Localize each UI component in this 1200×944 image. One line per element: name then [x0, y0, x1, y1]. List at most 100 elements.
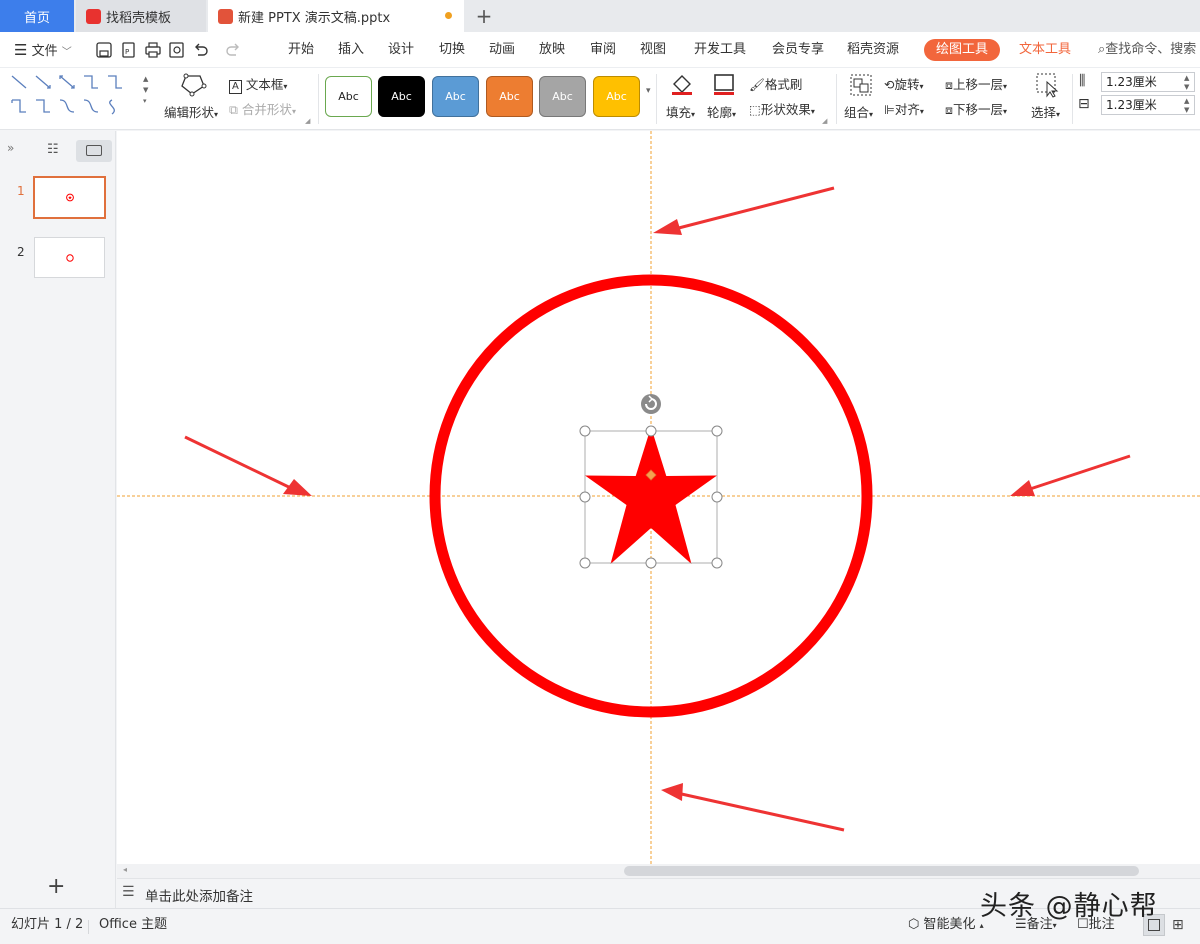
menu-developer[interactable]: 开发工具	[694, 32, 746, 68]
send-backward-button[interactable]: ⧈下移一层▾	[945, 99, 1007, 118]
collapse-panel-icon[interactable]: »	[7, 141, 14, 155]
arrow-top	[653, 186, 835, 235]
style-swatch-gray[interactable]: Abc	[539, 76, 586, 117]
arrow-right	[1010, 454, 1131, 496]
rotate-icon: ⟲	[884, 77, 895, 92]
presentation-file-icon	[218, 8, 233, 24]
tab-template-store[interactable]: 找稻壳模板	[76, 0, 206, 32]
scroll-left-icon[interactable]: ◂	[123, 865, 127, 874]
tab-home[interactable]: 首页	[0, 0, 74, 32]
scrollbar-thumb[interactable]	[624, 866, 1139, 876]
horizontal-scrollbar[interactable]: ◂	[117, 864, 1200, 878]
line-shapes-gallery[interactable]	[8, 72, 148, 120]
tab-drawing-tools[interactable]: 绘图工具	[924, 39, 1001, 61]
slide-number: 1	[17, 184, 25, 198]
shape-height-input[interactable]: 1.23厘米 ▲ ▼	[1101, 72, 1195, 92]
shape-effects-label: 形状效果	[760, 102, 811, 117]
tab-home-label: 首页	[23, 10, 50, 26]
text-box-button[interactable]: A 文本框▾	[229, 74, 287, 94]
new-tab-button[interactable]: +	[472, 0, 496, 32]
tab-document-label: 新建 PPTX 演示文稿.pptx	[238, 10, 391, 26]
gallery-scroll-icon[interactable]: ▲ ▼ ▾	[143, 74, 148, 107]
slide-1-preview	[66, 193, 74, 202]
edit-shape-label: 编辑形状	[164, 105, 215, 120]
slide-panel: » ☷ 1 2 +	[0, 131, 116, 909]
add-slide-button[interactable]: +	[47, 874, 65, 899]
menu-insert[interactable]: 插入	[338, 32, 364, 68]
chevron-down-icon: ﹀	[61, 47, 72, 58]
export-pdf-icon[interactable]: P	[120, 41, 138, 59]
cube-icon: ⬡	[908, 917, 920, 932]
bring-forward-label: 上移一层	[952, 77, 1003, 92]
outline-button[interactable]: 轮廓▾	[707, 102, 736, 121]
edit-shape-button[interactable]: 编辑形状▾	[164, 102, 218, 121]
ribbon-divider	[656, 74, 657, 124]
menu-review[interactable]: 审阅	[590, 32, 616, 68]
spinner-icon[interactable]: ▲ ▼	[1184, 97, 1192, 115]
shape-height-value: 1.23厘米	[1106, 75, 1157, 89]
ribbon-divider	[836, 74, 837, 124]
dialog-launcher-icon[interactable]: ◢	[305, 117, 310, 125]
slide-sorter-icon[interactable]: ⊞	[1172, 917, 1184, 933]
docer-logo-icon	[86, 8, 101, 24]
menu-animation[interactable]: 动画	[489, 32, 515, 68]
print-preview-icon[interactable]	[168, 41, 186, 59]
tab-text-tools[interactable]: 文本工具	[1019, 32, 1071, 68]
menu-member[interactable]: 会员专享	[772, 32, 824, 68]
tab-bar: 首页 找稻壳模板 新建 PPTX 演示文稿.pptx +	[0, 0, 1200, 32]
command-search[interactable]: ⌕查找命令、搜索	[1098, 32, 1196, 68]
height-icon: ⫼	[1079, 73, 1086, 89]
smart-beautify-button[interactable]: ⬡ 智能美化 ▴	[908, 909, 984, 944]
style-swatch-black[interactable]: Abc	[378, 76, 425, 117]
command-search-label: 查找命令、搜索	[1105, 42, 1197, 57]
format-painter-button[interactable]: 🖌格式刷	[749, 74, 802, 93]
resize-handle	[579, 425, 591, 437]
menu-transition[interactable]: 切换	[439, 32, 465, 68]
menu-start[interactable]: 开始	[288, 32, 314, 68]
slide-canvas[interactable]	[117, 131, 1200, 864]
more-styles-icon[interactable]: ▾	[646, 86, 651, 96]
tab-template-label: 找稻壳模板	[106, 10, 172, 26]
style-swatch-blue[interactable]: Abc	[432, 76, 479, 117]
slide-thumbnail-2[interactable]	[34, 237, 105, 278]
arrow-bottom	[661, 783, 845, 832]
redo-icon[interactable]	[224, 41, 242, 59]
file-menu[interactable]: ☰ 文件 ﹀	[14, 32, 72, 68]
menu-docer-resources[interactable]: 稻壳资源	[847, 32, 899, 68]
shape-effects-button[interactable]: ⬚形状效果▾	[749, 99, 815, 118]
theme-name[interactable]: Office 主题	[99, 909, 167, 944]
resize-handle	[645, 425, 657, 437]
slide-thumbnail-1[interactable]	[33, 176, 106, 219]
style-swatch-gold[interactable]: Abc	[593, 76, 640, 117]
resize-handle	[579, 557, 591, 569]
print-icon[interactable]	[144, 41, 162, 59]
menu-slideshow[interactable]: 放映	[539, 32, 565, 68]
outline-view-icon[interactable]: ☷	[47, 142, 59, 157]
text-box-icon: A	[229, 80, 242, 94]
tab-document[interactable]: 新建 PPTX 演示文稿.pptx	[208, 0, 464, 32]
save-icon[interactable]	[95, 41, 113, 59]
undo-icon[interactable]	[192, 41, 210, 59]
align-button[interactable]: ⊫对齐▾	[884, 99, 924, 118]
resize-handle	[711, 425, 723, 437]
select-button[interactable]: 选择▾	[1031, 102, 1060, 121]
group-button[interactable]: 组合▾	[844, 102, 873, 121]
menu-design[interactable]: 设计	[388, 32, 414, 68]
style-swatch-outline-green[interactable]: Abc	[325, 76, 372, 117]
fill-button[interactable]: 填充▾	[666, 102, 695, 121]
rotate-button[interactable]: ⟲旋转▾	[884, 74, 924, 93]
thumbnail-view-tab[interactable]	[76, 140, 112, 162]
style-swatch-orange[interactable]: Abc	[486, 76, 533, 117]
spinner-icon[interactable]: ▲ ▼	[1184, 74, 1192, 92]
notes-icon: ☰	[122, 884, 135, 900]
dialog-launcher-icon[interactable]: ◢	[822, 117, 827, 125]
merge-shape-label: 合并形状	[241, 102, 292, 117]
notes-placeholder: 单击此处添加备注	[145, 889, 253, 905]
shape-width-input[interactable]: 1.23厘米 ▲ ▼	[1101, 95, 1195, 115]
shape-effects-icon: ⬚	[749, 102, 761, 117]
merge-shape-button[interactable]: ⧉ 合并形状▾	[229, 99, 296, 118]
menu-view[interactable]: 视图	[640, 32, 666, 68]
resize-handle	[711, 491, 723, 503]
bring-forward-button[interactable]: ⧈上移一层▾	[945, 74, 1007, 93]
shape-width-value: 1.23厘米	[1106, 98, 1157, 112]
